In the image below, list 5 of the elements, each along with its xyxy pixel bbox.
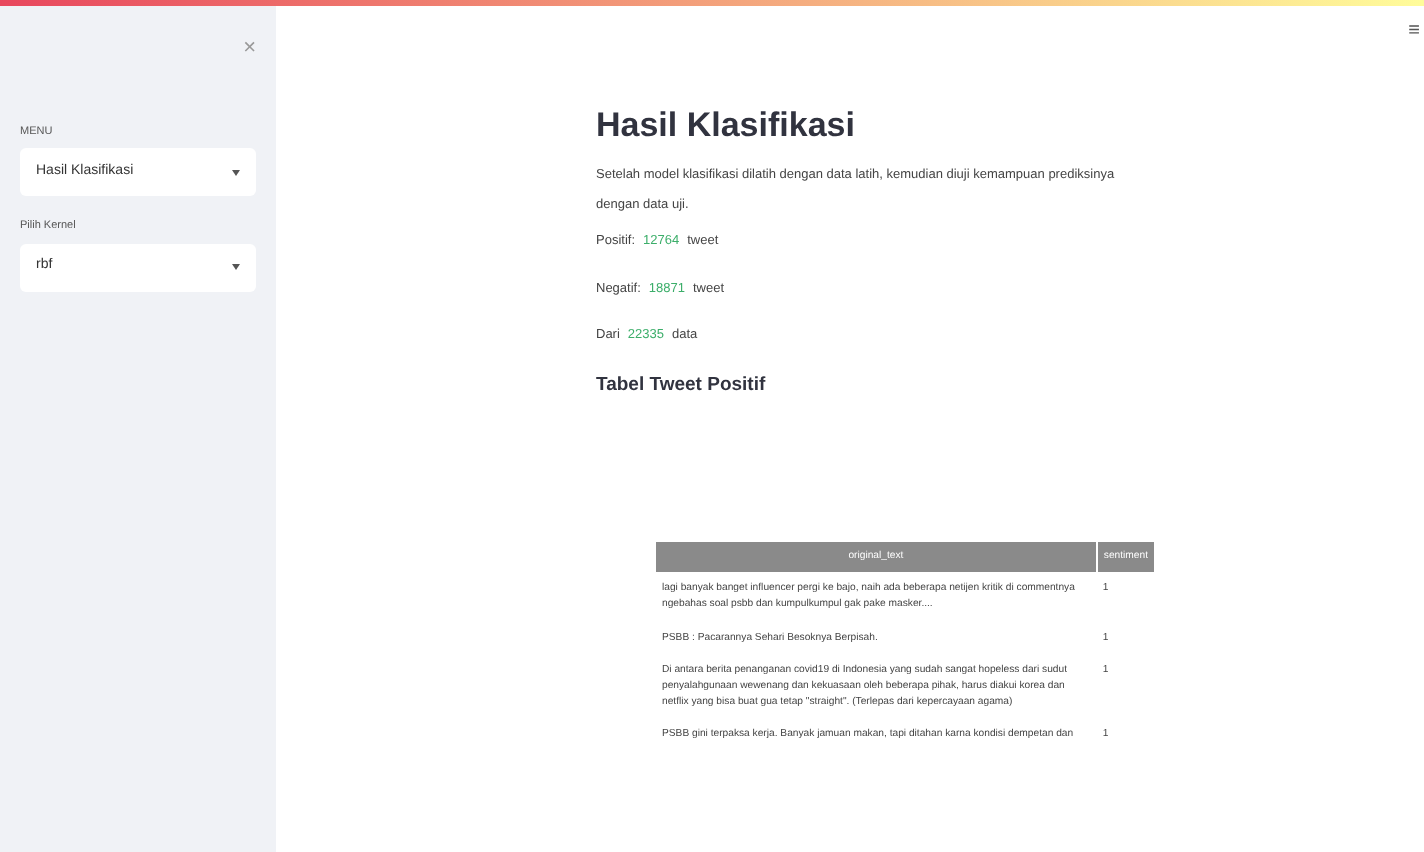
caret-icon [232,264,240,270]
table-title: Tabel Tweet Positif [596,374,768,398]
page-title: Hasil Klasifikasi [596,106,857,147]
menu-button[interactable]: ≡ [1408,22,1420,42]
caret-icon [232,169,240,176]
